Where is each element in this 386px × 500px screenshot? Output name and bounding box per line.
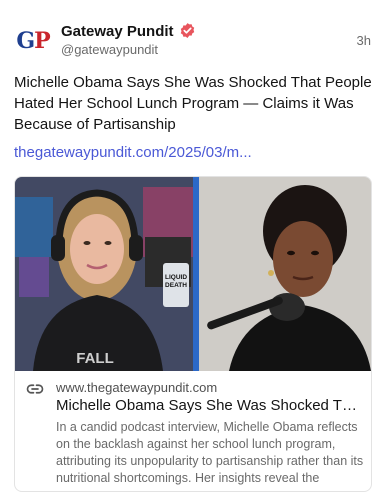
svg-text:FALL: FALL [76, 350, 114, 367]
avatar[interactable]: GP [14, 22, 52, 60]
card-title[interactable]: Michelle Obama Says She Was Shocked That… [56, 397, 361, 414]
card-domain: www.thegatewaypundit.com [56, 380, 218, 395]
post-link[interactable]: thegatewaypundit.com/2025/03/m... [14, 144, 252, 161]
link-preview-footer[interactable]: www.thegatewaypundit.com Michelle Obama … [15, 371, 371, 491]
post-card[interactable]: GP Gateway Pundit @gatewaypundit 3h Mich… [0, 0, 386, 500]
link-icon [26, 384, 44, 394]
author-name[interactable]: Gateway Pundit [61, 22, 196, 40]
preview-image: LIQUID DEATH FALL [15, 177, 371, 371]
author-handle[interactable]: @gatewaypundit [61, 42, 158, 57]
card-description: In a candid podcast interview, Michelle … [56, 420, 364, 485]
gateway-pundit-logo: GP [16, 28, 50, 54]
post-text: Michelle Obama Says She Was Shocked That… [14, 74, 372, 133]
post-timestamp[interactable]: 3h [357, 33, 371, 48]
svg-text:DEATH: DEATH [165, 282, 187, 289]
svg-text:LIQUID: LIQUID [165, 274, 187, 281]
verified-badge-icon [180, 23, 194, 38]
author-name-text: Gateway Pundit [61, 23, 174, 40]
link-preview-card[interactable]: LIQUID DEATH FALL www.thegatewaypundit.c… [14, 176, 372, 492]
